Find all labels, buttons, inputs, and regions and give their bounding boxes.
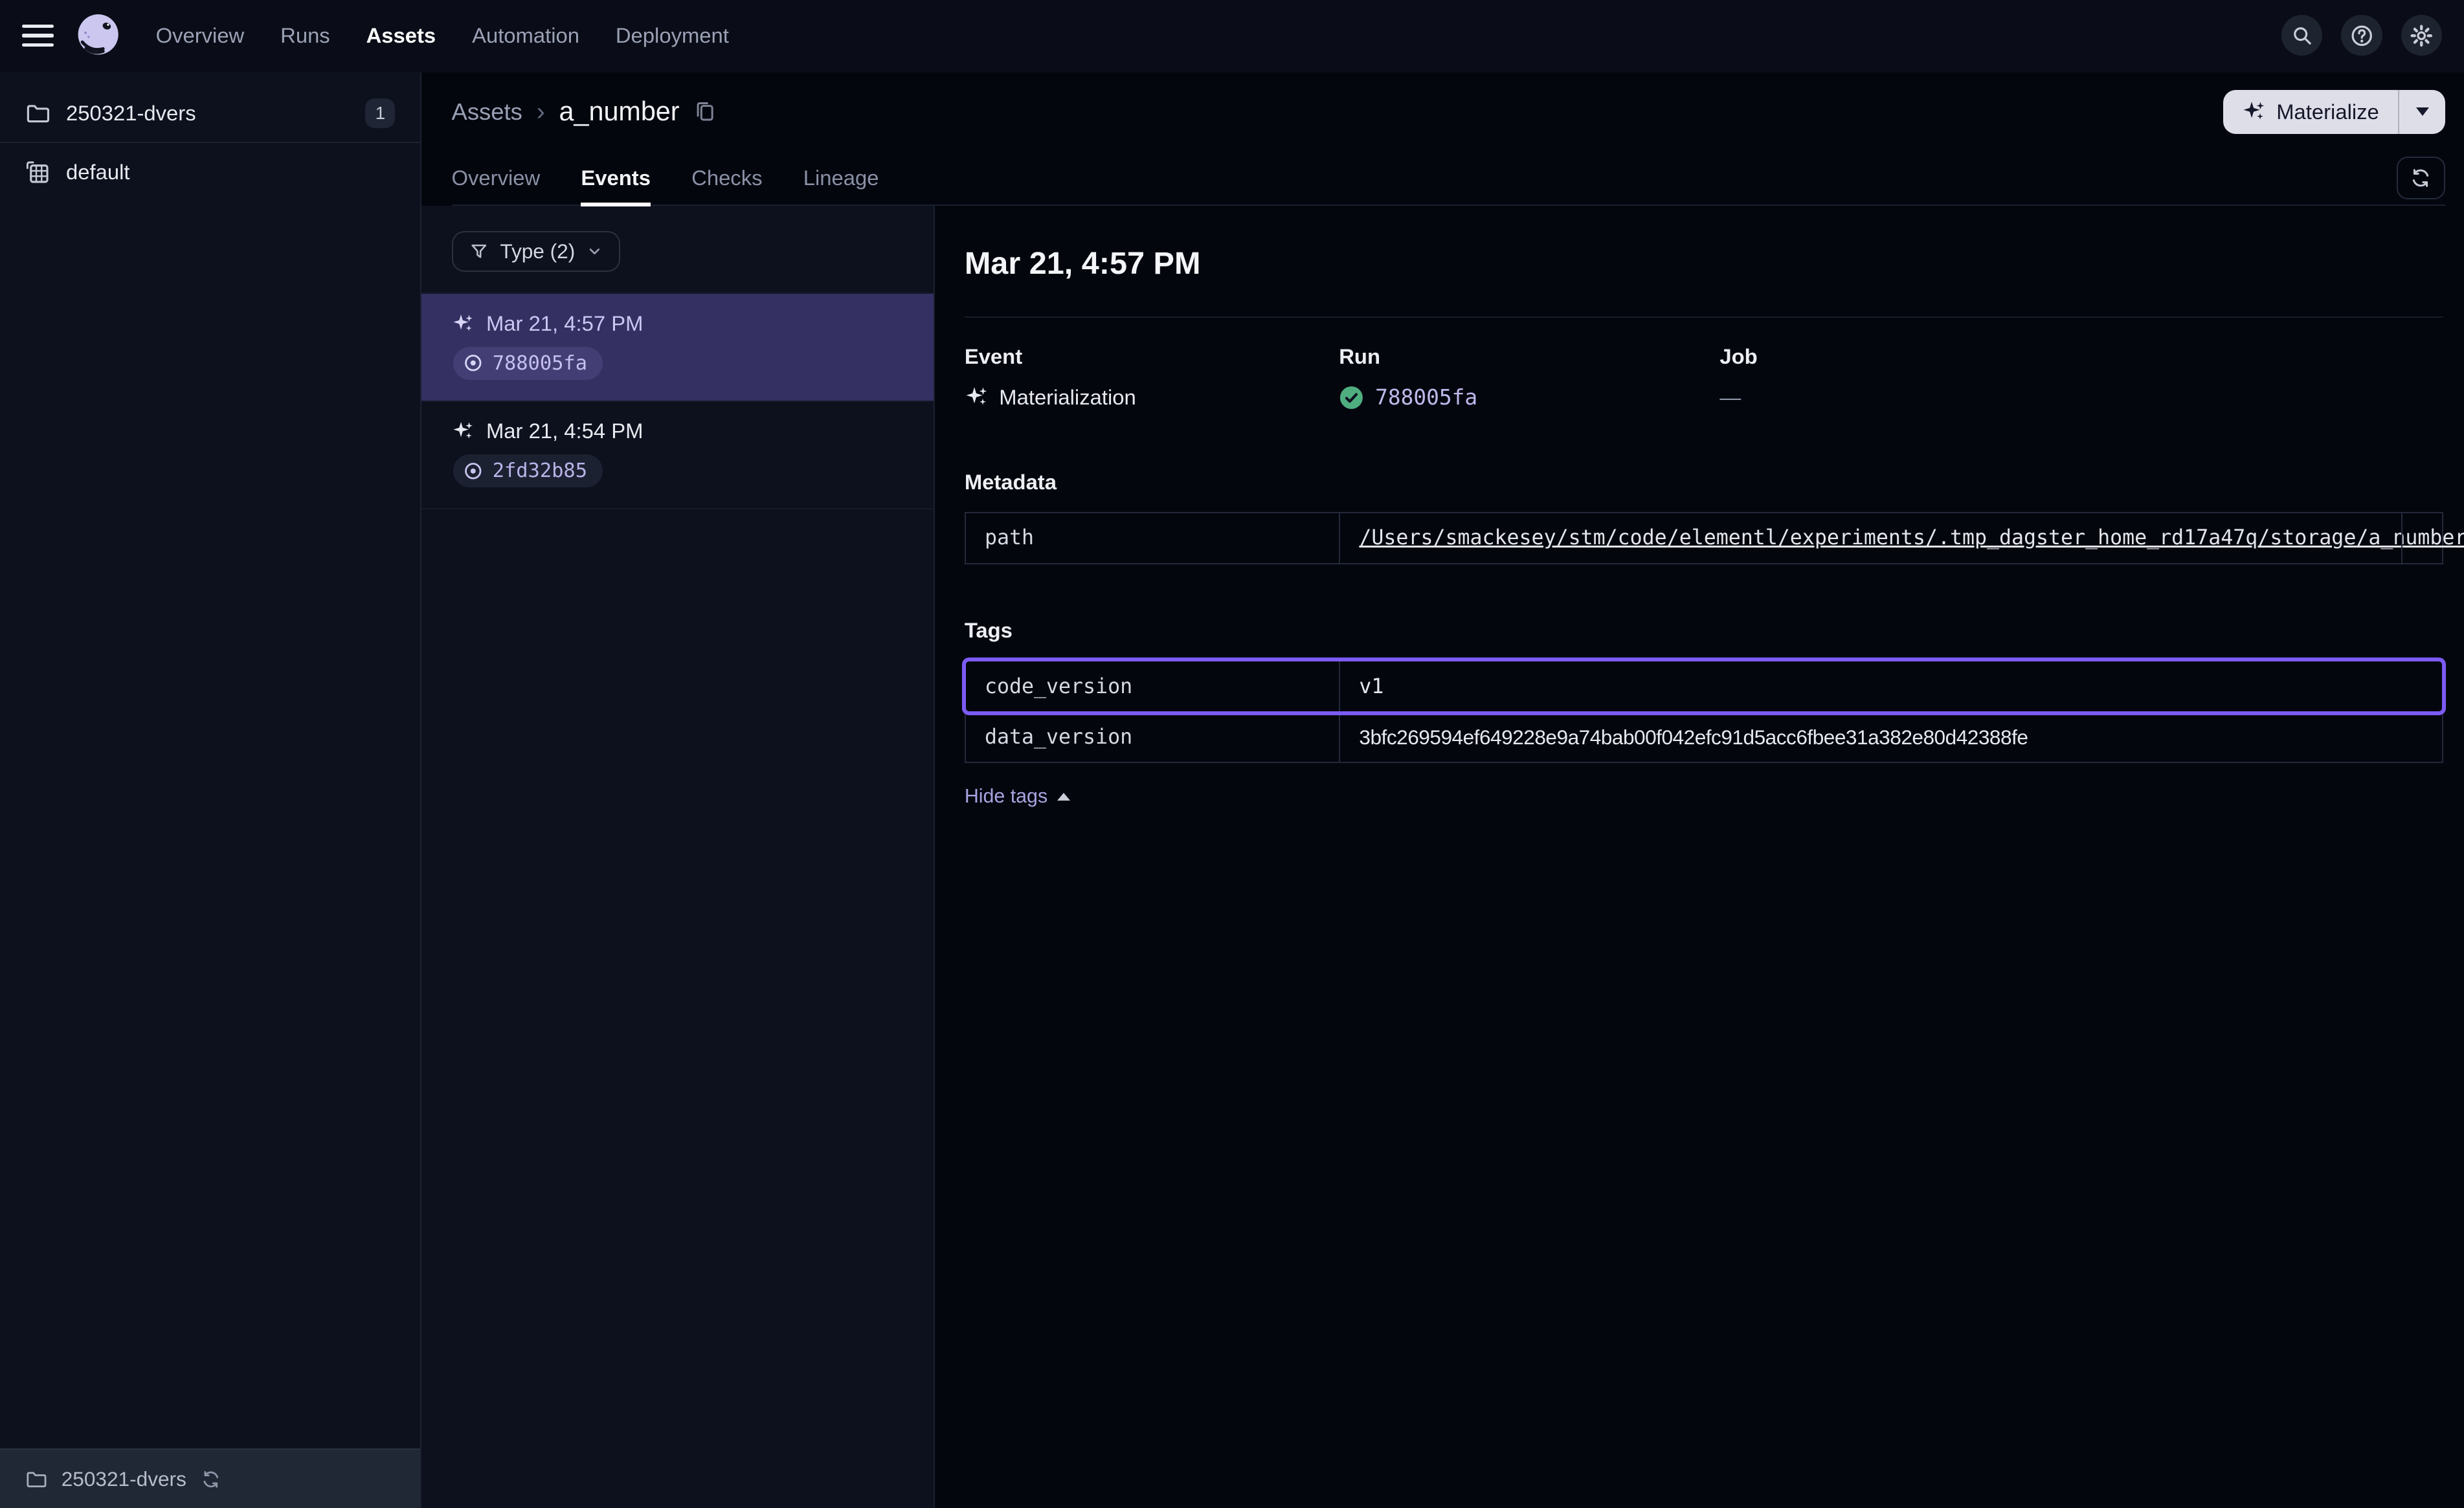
tab-events[interactable]: Events [581, 151, 651, 205]
materialize-split-button: Materialize [2223, 90, 2445, 134]
caret-down-icon [2416, 107, 2429, 116]
run-status-icon [463, 461, 484, 482]
event-detail-title: Mar 21, 4:57 PM [965, 245, 2444, 282]
search-button[interactable] [2281, 15, 2322, 56]
run-id: 788005fa [493, 352, 587, 375]
help-button[interactable] [2341, 15, 2382, 56]
run-column-label: Run [1339, 344, 1719, 369]
dagster-app: Overview Runs Assets Automation Deployme… [0, 0, 2464, 1508]
divider [965, 316, 2444, 318]
top-nav-actions [2281, 15, 2442, 56]
run-id-link[interactable]: 788005fa [1375, 385, 1477, 410]
event-type-value: Materialization [999, 385, 1136, 410]
breadcrumb-assets-link[interactable]: Assets [452, 98, 522, 126]
metadata-table: path /Users/smackesey/stm/code/elementl/… [965, 512, 2444, 565]
tag-value: v1 [1359, 675, 1383, 698]
job-column: Job — [1719, 344, 2443, 410]
main-panel: Assets › a_number Materialize [421, 72, 2464, 1508]
code-location-label: 250321-dvers [62, 1467, 186, 1491]
table-endcap-cell [2401, 513, 2442, 564]
run-id-badge[interactable]: 788005fa [453, 347, 603, 380]
sidebar-group-label: 250321-dvers [66, 101, 196, 126]
breadcrumb: Assets › a_number Materialize [452, 72, 2445, 151]
metadata-key: path [966, 513, 1340, 564]
event-column-label: Event [965, 344, 1339, 369]
run-status-icon [463, 353, 484, 373]
sidebar-item-group[interactable]: 250321-dvers 1 [0, 85, 420, 143]
table-row: path /Users/smackesey/stm/code/elementl/… [966, 513, 2443, 564]
breadcrumb-separator: › [537, 98, 545, 126]
settings-button[interactable] [2401, 15, 2442, 56]
event-list-item[interactable]: Mar 21, 4:57 PM 788005fa [421, 293, 933, 402]
tab-checks[interactable]: Checks [691, 151, 762, 205]
hide-tags-label: Hide tags [965, 785, 1047, 808]
materialization-sparkle-icon [452, 420, 474, 442]
event-timestamp: Mar 21, 4:57 PM [486, 311, 643, 336]
materialization-sparkle-icon [965, 385, 988, 408]
run-id-badge[interactable]: 2fd32b85 [453, 454, 603, 487]
caret-up-icon [1057, 793, 1070, 801]
folder-icon [25, 101, 50, 126]
nav-item-runs[interactable]: Runs [280, 23, 330, 48]
nav-item-assets[interactable]: Assets [366, 23, 436, 48]
top-nav-links: Overview Runs Assets Automation Deployme… [156, 23, 729, 48]
hamburger-menu-icon[interactable] [22, 25, 54, 47]
filter-funnel-icon [469, 241, 489, 262]
job-value: — [1719, 385, 1741, 410]
nav-item-overview[interactable]: Overview [156, 23, 245, 48]
refresh-icon [2410, 167, 2432, 189]
materialization-sparkle-icon [452, 313, 474, 335]
page-title: a_number [559, 96, 680, 127]
tab-lineage[interactable]: Lineage [803, 151, 879, 205]
sidebar-item-default[interactable]: default [0, 143, 420, 201]
asset-header: Assets › a_number Materialize [421, 72, 2464, 206]
sidebar-default-label: default [66, 160, 129, 184]
event-summary-columns: Event Materialization Run 788005fa [965, 344, 2444, 410]
tab-overview[interactable]: Overview [452, 151, 541, 205]
filter-label: Type (2) [500, 239, 575, 263]
dagster-logo-icon[interactable] [74, 11, 122, 60]
event-detail-panel: Mar 21, 4:57 PM Event Materialization Ru… [935, 206, 2464, 1508]
event-timestamp: Mar 21, 4:54 PM [486, 419, 643, 443]
tag-row-code-version: code_version v1 [966, 661, 2443, 712]
event-type-filter-button[interactable]: Type (2) [452, 231, 621, 272]
tag-key: code_version [966, 661, 1340, 712]
asset-group-grid-icon [25, 160, 50, 185]
nav-item-automation[interactable]: Automation [472, 23, 579, 48]
run-success-icon [1339, 385, 1364, 410]
metadata-path-link[interactable]: /Users/smackesey/stm/code/elementl/exper… [1359, 526, 2464, 549]
materialize-button[interactable]: Materialize [2223, 90, 2398, 134]
hide-tags-link[interactable]: Hide tags [965, 785, 1070, 808]
metadata-heading: Metadata [965, 470, 2444, 494]
chevron-down-icon [586, 243, 603, 260]
copy-asset-name-icon[interactable] [693, 100, 717, 123]
folder-icon [25, 1469, 47, 1491]
run-id: 2fd32b85 [493, 460, 587, 482]
event-list-item[interactable]: Mar 21, 4:54 PM 2fd32b85 [421, 402, 933, 510]
event-column: Event Materialization [965, 344, 1339, 410]
event-list: Mar 21, 4:57 PM 788005fa Mar 21, 4:54 PM [421, 293, 933, 509]
tag-row-data-version: data_version 3bfc269594ef649228e9a74bab0… [966, 711, 2443, 762]
tag-key: data_version [966, 713, 1340, 762]
reload-icon[interactable] [201, 1469, 221, 1490]
run-column: Run 788005fa [1339, 344, 1719, 410]
help-icon [2350, 24, 2373, 47]
asset-groups-sidebar: 250321-dvers 1 default 250321-dvers [0, 72, 421, 1508]
refresh-button[interactable] [2397, 157, 2445, 199]
search-icon [2291, 25, 2313, 47]
sparkle-icon [2242, 100, 2265, 123]
tags-heading: Tags [965, 618, 2444, 643]
job-column-label: Job [1719, 344, 2443, 369]
group-count-badge: 1 [365, 98, 395, 128]
tag-value: 3bfc269594ef649228e9a74bab00f042efc91d5a… [1359, 726, 2028, 749]
top-nav: Overview Runs Assets Automation Deployme… [0, 0, 2464, 72]
events-list-panel: Type (2) Mar 21, 4:57 PM 7 [421, 206, 934, 1508]
materialize-dropdown-button[interactable] [2399, 90, 2445, 134]
asset-tabs: Overview Events Checks Lineage [452, 151, 2445, 206]
tags-table: code_version v1 data_version 3bfc269594e… [965, 660, 2444, 764]
gear-icon [2410, 24, 2433, 47]
materialize-label: Materialize [2276, 100, 2379, 124]
code-location-footer[interactable]: 250321-dvers [0, 1448, 420, 1508]
nav-item-deployment[interactable]: Deployment [616, 23, 729, 48]
